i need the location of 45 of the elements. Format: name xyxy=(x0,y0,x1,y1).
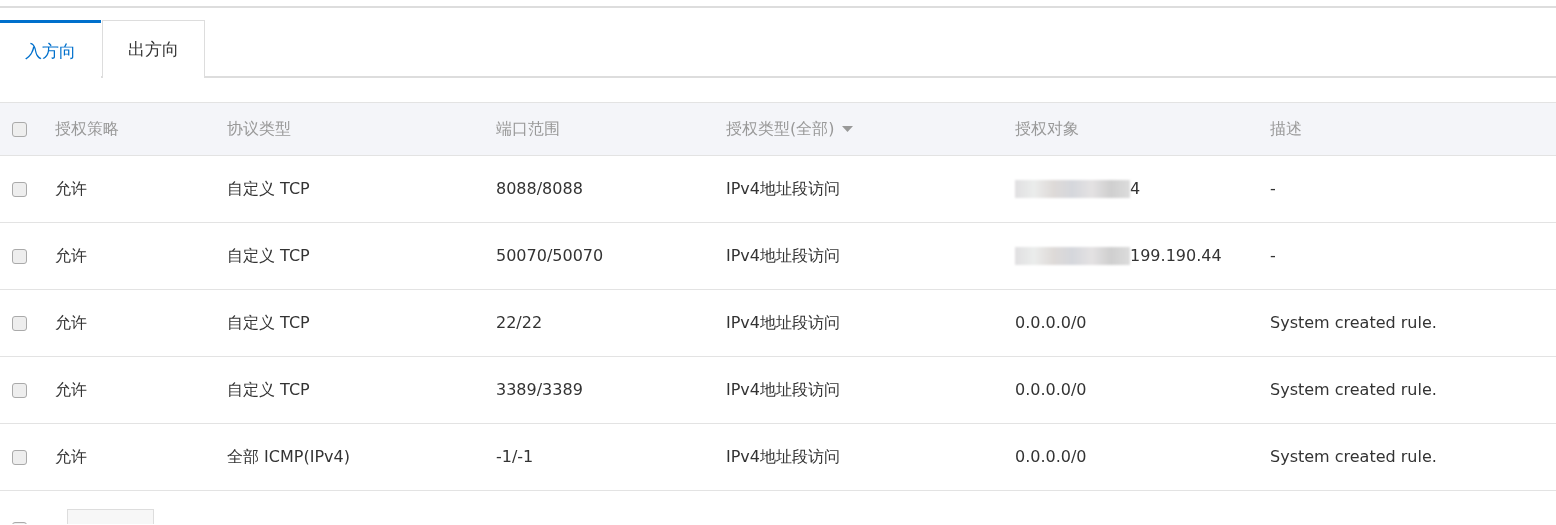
table-cell-text: - xyxy=(1270,245,1277,267)
table-cell-text: 199.190.44 xyxy=(1130,245,1222,267)
table-cell-text: 0.0.0.0/0 xyxy=(1015,379,1087,401)
table-cell-text: IPv4地址段访问 xyxy=(726,446,841,468)
table-cell-text: 3389/3389 xyxy=(496,379,584,401)
table-cell-text: 0.0.0.0/0 xyxy=(1015,446,1087,468)
caret-icon[interactable] xyxy=(842,126,854,132)
table-cell-text: System created rule. xyxy=(1270,446,1438,468)
column-header: 端口范围 xyxy=(496,118,560,140)
table-cell-text: 自定义 TCP xyxy=(227,379,311,401)
table-cell-text: System created rule. xyxy=(1270,379,1438,401)
select-all-checkbox[interactable] xyxy=(12,121,27,137)
table-cell-text: 允许 xyxy=(55,245,88,267)
column-header: 授权对象 xyxy=(1015,118,1079,140)
table-cell-text: IPv4地址段访问 xyxy=(726,245,841,267)
column-header: 描述 xyxy=(1270,118,1302,140)
column-header: 授权策略 xyxy=(55,118,119,140)
table-cell-text: 自定义 TCP xyxy=(227,245,311,267)
table-cell-text: 4 xyxy=(1130,178,1141,200)
table-cell-text: -1/-1 xyxy=(496,446,535,468)
tab[interactable]: 入方向 xyxy=(0,20,101,80)
table-cell-text: 22/22 xyxy=(496,312,544,334)
table-cell-text: 允许 xyxy=(55,178,88,200)
table-cell-text: 允许 xyxy=(55,312,88,334)
table-cell-text: 允许 xyxy=(55,446,88,468)
table-cell-text: 0.0.0.0/0 xyxy=(1015,312,1087,334)
table-cell-text: System created rule. xyxy=(1270,312,1438,334)
table-cell-text: 自定义 TCP xyxy=(227,178,311,200)
column-header: 协议类型 xyxy=(227,118,291,140)
table-cell-text: 允许 xyxy=(55,379,88,401)
row-checkbox[interactable] xyxy=(12,181,27,197)
table-cell-text: - xyxy=(1270,178,1277,200)
tab[interactable]: 出方向 xyxy=(102,20,205,78)
row-checkbox[interactable] xyxy=(12,382,27,398)
column-filter-header[interactable]: 授权类型(全部) xyxy=(726,117,835,141)
table-cell-text: IPv4地址段访问 xyxy=(726,379,841,401)
table-cell-text: 全部 ICMP(IPv4) xyxy=(227,446,351,468)
row-checkbox[interactable] xyxy=(12,248,27,264)
table-cell-text: IPv4地址段访问 xyxy=(726,178,841,200)
table-cell-text: IPv4地址段访问 xyxy=(726,312,841,334)
table-cell-text: 8088/8088 xyxy=(496,178,584,200)
table-cell-text: 自定义 TCP xyxy=(227,312,311,334)
row-checkbox[interactable] xyxy=(12,315,27,331)
row-checkbox[interactable] xyxy=(12,449,27,465)
table-cell-text: 50070/50070 xyxy=(496,245,605,267)
